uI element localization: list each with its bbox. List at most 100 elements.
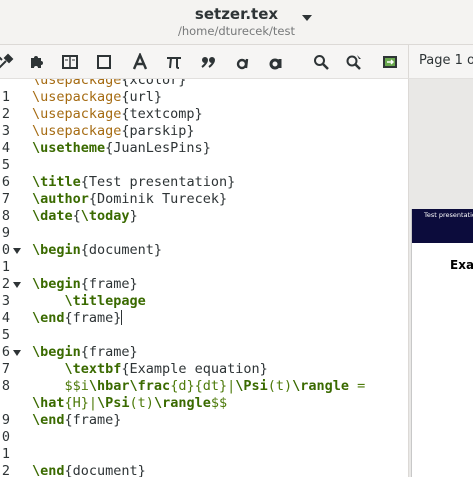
line-number: 6 bbox=[1, 174, 10, 190]
code-token: \usetheme bbox=[32, 140, 106, 156]
code-text: \usepackage{xcolor} bbox=[32, 79, 186, 89]
code-token: \date bbox=[32, 208, 73, 224]
code-line[interactable]: 4 \usetheme{JuanLesPins} bbox=[0, 140, 408, 157]
puzzle-icon[interactable] bbox=[26, 51, 48, 73]
code-token: {frame} bbox=[64, 412, 122, 428]
fold-toggle-icon[interactable] bbox=[13, 350, 21, 356]
code-token: \usepackage bbox=[32, 79, 122, 88]
code-line[interactable]: 7 \textbf{Example equation} bbox=[0, 361, 408, 378]
fold-toggle-icon[interactable] bbox=[13, 248, 21, 254]
line-number: 1 bbox=[1, 446, 10, 462]
book-icon[interactable] bbox=[59, 51, 81, 73]
fold-toggle-icon[interactable] bbox=[13, 282, 21, 288]
code-text: \usepackage{parskip} bbox=[32, 123, 195, 140]
code-token: \rangle bbox=[153, 395, 211, 411]
line-number: 7 bbox=[1, 361, 10, 377]
line-number: 8 bbox=[1, 378, 10, 394]
code-token: \begin bbox=[32, 276, 81, 292]
code-line[interactable]: 0 \begin{document} bbox=[0, 242, 408, 259]
search-icon[interactable] bbox=[310, 51, 332, 73]
code-token: \begin bbox=[32, 344, 81, 360]
tools-icon[interactable] bbox=[0, 51, 16, 73]
bold-a-icon[interactable] bbox=[265, 51, 287, 73]
square-icon[interactable] bbox=[93, 51, 115, 73]
code-line[interactable]: 2 \end{document} bbox=[0, 463, 408, 477]
code-line[interactable]: 2 \usepackage{textcomp} bbox=[0, 106, 408, 123]
pi-icon[interactable] bbox=[163, 51, 185, 73]
code-token: \end bbox=[32, 310, 65, 326]
quote-icon[interactable] bbox=[198, 51, 220, 73]
document-menu-button[interactable] bbox=[302, 15, 312, 21]
code-token: $$ bbox=[210, 395, 228, 411]
code-token: {frame} bbox=[80, 344, 138, 360]
code-line[interactable]: 0 bbox=[0, 429, 408, 446]
code-token: } bbox=[129, 208, 138, 224]
code-line[interactable]: 4 \end{frame} bbox=[0, 310, 408, 327]
code-token: \hbar bbox=[88, 378, 130, 394]
source-editor[interactable]: \usepackage{xcolor} 1 \usepackage{url} 2 \us… bbox=[0, 79, 408, 477]
code-token: \author bbox=[32, 191, 89, 207]
code-text: \end{frame} bbox=[32, 412, 121, 429]
code-token: \usepackage bbox=[32, 89, 122, 105]
code-line[interactable]: \hat{H}|\Psi(t)\rangle$$ bbox=[0, 395, 408, 412]
code-token: {Dominik Turecek} bbox=[88, 191, 228, 207]
code-token: {document} bbox=[80, 242, 163, 258]
code-text: \titlepage bbox=[32, 293, 146, 310]
italic-a-icon[interactable] bbox=[232, 51, 254, 73]
slide-frame-title: Exa bbox=[450, 258, 473, 272]
code-text: \date{\today} bbox=[32, 208, 138, 225]
code-line[interactable]: 9 \end{frame} bbox=[0, 412, 408, 429]
code-text: \title{Test presentation} bbox=[32, 174, 235, 191]
line-number: 6 bbox=[1, 344, 10, 360]
code-line[interactable]: 2 \begin{frame} bbox=[0, 276, 408, 293]
code-token: {JuanLesPins} bbox=[105, 140, 211, 156]
code-text: \textbf{Example equation} bbox=[32, 361, 268, 378]
code-line[interactable]: 5 bbox=[0, 327, 408, 344]
code-line[interactable]: 1 bbox=[0, 259, 408, 276]
code-line[interactable]: 6 \title{Test presentation} bbox=[0, 174, 408, 191]
text-A-icon[interactable] bbox=[129, 51, 151, 73]
preview-slide: Test presentation Exa bbox=[411, 209, 473, 477]
code-line[interactable]: 3 \titlepage bbox=[0, 293, 408, 310]
line-number: 7 bbox=[1, 191, 10, 207]
code-line[interactable]: 6 \begin{frame} bbox=[0, 344, 408, 361]
code-token: $$i bbox=[32, 378, 89, 394]
code-text: \end{frame} bbox=[32, 310, 123, 327]
code-text: \usetheme{JuanLesPins} bbox=[32, 140, 211, 157]
code-text: $$i\hbar\frac{d}{dt}|\Psi(t)\rangle = bbox=[32, 378, 366, 395]
window-title: setzer.tex bbox=[194, 5, 279, 23]
text-cursor bbox=[121, 310, 123, 325]
code-token: {xcolor} bbox=[121, 79, 187, 88]
pdf-preview-pane[interactable]: Test presentation Exa bbox=[408, 79, 473, 477]
code-text: \begin{document} bbox=[32, 242, 162, 259]
code-text: \usepackage{textcomp} bbox=[32, 106, 203, 123]
code-token: {Test presentation} bbox=[80, 174, 236, 190]
code-token: \textbf bbox=[64, 361, 122, 377]
code-token: {frame} bbox=[64, 310, 122, 326]
line-number: 9 bbox=[1, 225, 10, 241]
line-number: 0 bbox=[1, 242, 10, 258]
preview-toolbar: Page 1 of bbox=[408, 45, 473, 79]
code-text: \hat{H}|\Psi(t)\rangle$$ bbox=[32, 395, 227, 412]
code-token: {parskip} bbox=[121, 123, 195, 139]
editor-toolbar bbox=[0, 45, 408, 79]
code-line[interactable]: 8 $$i\hbar\frac{d}{dt}|\Psi(t)\rangle = bbox=[0, 378, 408, 395]
code-token: \today bbox=[80, 208, 130, 224]
code-token: {document} bbox=[64, 463, 146, 477]
code-line[interactable]: 1 bbox=[0, 446, 408, 463]
code-line[interactable]: \usepackage{xcolor} bbox=[0, 79, 408, 89]
replace-icon[interactable] bbox=[343, 51, 365, 73]
line-number: 3 bbox=[1, 123, 10, 139]
code-line[interactable]: 3 \usepackage{parskip} bbox=[0, 123, 408, 140]
code-line[interactable]: 9 bbox=[0, 225, 408, 242]
line-number: 3 bbox=[1, 293, 10, 309]
line-number: 5 bbox=[1, 327, 10, 343]
code-line[interactable]: 8 \date{\today} bbox=[0, 208, 408, 225]
slide-header-band: Test presentation bbox=[412, 209, 473, 243]
build-preview-icon[interactable] bbox=[379, 51, 401, 73]
code-line[interactable]: 5 bbox=[0, 157, 408, 174]
code-line[interactable]: 7 \author{Dominik Turecek} bbox=[0, 191, 408, 208]
code-line[interactable]: 1 \usepackage{url} bbox=[0, 89, 408, 106]
